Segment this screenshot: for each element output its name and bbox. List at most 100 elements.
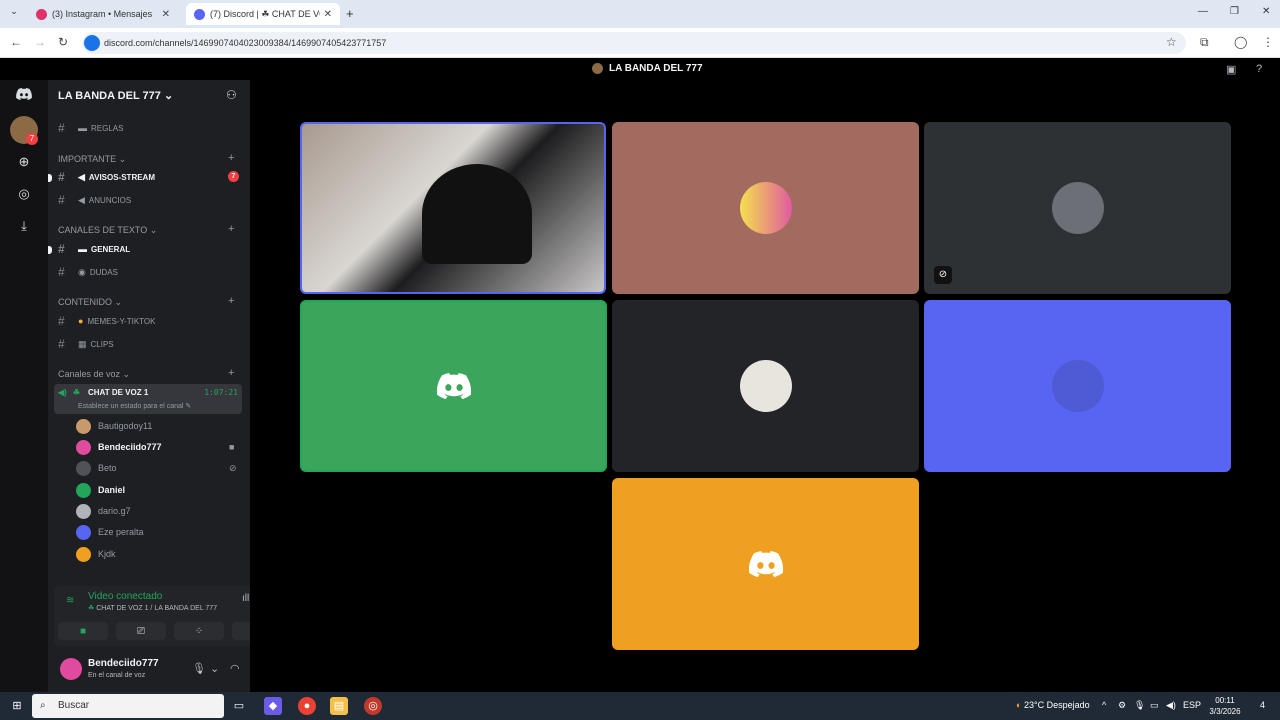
forward-icon[interactable]: →: [34, 35, 46, 49]
extensions-icon[interactable]: ⧉: [1200, 35, 1209, 50]
address-bar[interactable]: discord.com/channels/1469907404023009384…: [82, 32, 1186, 54]
tab-discord[interactable]: (7) Discord | ☘ CHAT DE VOZ ✕: [186, 3, 340, 25]
file-explorer-icon[interactable]: ▤: [330, 697, 348, 715]
tray-volume-icon[interactable]: ◀): [1166, 700, 1176, 711]
channel-avisos-stream[interactable]: # ◀ AVISOS-STREAM 7: [58, 168, 240, 186]
voice-channel-active[interactable]: ◀) ☘ CHAT DE VOZ 1 1:07:21 Establece un es…: [54, 384, 242, 414]
voice-member[interactable]: Eze peralta: [76, 523, 144, 541]
search-placeholder: Buscar: [58, 700, 90, 711]
tray-network-icon[interactable]: ▭: [1150, 700, 1159, 711]
help-icon[interactable]: ?: [1256, 63, 1262, 75]
add-server-icon[interactable]: ⊕: [10, 148, 38, 176]
muted-mic-icon: ⊘: [229, 463, 237, 473]
restore-icon[interactable]: ❐: [1230, 6, 1239, 17]
discord-home-icon[interactable]: [10, 80, 38, 108]
channel-clips[interactable]: # ▦ CLIPS: [58, 335, 114, 353]
bookmark-star-icon[interactable]: ☆: [1166, 35, 1177, 49]
hash-icon: #: [58, 121, 65, 135]
discover-icon[interactable]: ◎: [10, 180, 38, 208]
server-name-button[interactable]: LA BANDA DEL 777 ⌄: [58, 89, 173, 102]
camera-button[interactable]: ■: [58, 622, 108, 640]
tab-label: (7) Discord | ☘ CHAT DE VOZ: [210, 8, 320, 19]
avatar: [76, 439, 91, 455]
video-tile-avatar[interactable]: ⊘: [924, 122, 1231, 294]
book-icon: ▬: [78, 123, 87, 133]
member-name: dario.g7: [98, 506, 131, 516]
tab-search-icon[interactable]: ⌄: [6, 6, 22, 22]
tray-language[interactable]: ESP: [1183, 700, 1201, 710]
menu-icon[interactable]: ⋮: [1262, 35, 1274, 49]
voice-name-text: CHAT DE VOZ 1: [88, 388, 149, 397]
channel-reglas[interactable]: # ▬ REGLAS: [58, 119, 123, 137]
add-channel-icon[interactable]: +: [228, 223, 234, 235]
video-tile-camera[interactable]: [300, 122, 606, 294]
category-contenido[interactable]: CONTENIDO ⌄: [58, 297, 122, 308]
inbox-icon[interactable]: ▣: [1226, 63, 1236, 76]
copilot-icon[interactable]: ◆: [264, 697, 282, 715]
activities-button[interactable]: ⁘: [174, 622, 224, 640]
signal-icon: ≋: [66, 595, 75, 606]
voice-member[interactable]: dario.g7: [76, 502, 131, 520]
voice-member[interactable]: Bautigodoy11: [76, 417, 152, 435]
voice-timer: 1:07:21: [204, 388, 238, 397]
category-importante[interactable]: IMPORTANTE ⌄: [58, 154, 126, 165]
set-status-link[interactable]: Establece un estado para el canal ✎: [78, 402, 191, 410]
back-icon[interactable]: ←: [10, 35, 22, 49]
minimize-icon[interactable]: —: [1198, 6, 1208, 17]
tab-instagram[interactable]: (3) Instagram • Mensajes ✕: [28, 3, 178, 25]
taskbar-clock[interactable]: 00:11 3/3/2026: [1205, 695, 1245, 717]
avatar: [76, 482, 91, 498]
channel-dudas[interactable]: # ◉ DUDAS: [58, 263, 118, 281]
new-tab-icon[interactable]: +: [346, 6, 354, 21]
tray-mic-icon[interactable]: 🎙: [1134, 700, 1145, 711]
avatar[interactable]: [60, 658, 82, 680]
category-label: CONTENIDO: [58, 297, 112, 307]
headphones-icon[interactable]: ◠: [230, 662, 240, 675]
category-canales-texto[interactable]: CANALES DE TEXTO ⌄: [58, 225, 157, 236]
video-tile-avatar[interactable]: [612, 300, 919, 472]
screenshare-button[interactable]: ⎚: [116, 622, 166, 640]
video-tile-default[interactable]: [612, 478, 919, 650]
microphone-icon[interactable]: 🎙: [192, 662, 206, 675]
webcam-feed: [422, 164, 532, 264]
video-tile-default[interactable]: [300, 300, 607, 472]
voice-member[interactable]: Kjdk: [76, 545, 116, 563]
tray-chevron-icon[interactable]: ^: [1102, 700, 1106, 710]
windows-start-icon[interactable]: ⊞: [8, 697, 26, 715]
weather-widget[interactable]: ◐ 23°C Despejado: [1016, 700, 1090, 710]
chrome-icon[interactable]: ●: [298, 697, 316, 715]
avatar: [76, 503, 91, 519]
member-name: Eze peralta: [98, 527, 144, 537]
task-view-icon[interactable]: ▭: [230, 697, 248, 715]
category-canales-voz[interactable]: Canales de voz ⌄: [58, 369, 130, 380]
video-tile-avatar[interactable]: [924, 300, 1231, 472]
channel-label: ANUNCIOS: [88, 195, 132, 205]
window-title: LA BANDA DEL 777: [592, 63, 703, 74]
channel-memes[interactable]: # ● MEMES-Y-TIKTOK: [58, 312, 155, 330]
server-icon: [592, 63, 603, 74]
video-tile-avatar[interactable]: [612, 122, 919, 294]
add-channel-icon[interactable]: +: [228, 295, 234, 307]
tray-app-icon[interactable]: ⚙: [1118, 700, 1126, 711]
app-icon[interactable]: ◎: [364, 697, 382, 715]
close-tab-icon[interactable]: ✕: [324, 9, 332, 20]
site-info-icon[interactable]: [84, 35, 100, 51]
chevron-down-icon[interactable]: ⌄: [210, 662, 219, 675]
taskbar-search[interactable]: ⌕ Buscar: [32, 694, 224, 718]
profile-icon[interactable]: ◯: [1234, 35, 1247, 49]
avatar: [76, 418, 91, 434]
reload-icon[interactable]: ↻: [58, 35, 68, 49]
download-icon[interactable]: ⤓: [10, 212, 38, 240]
voice-sub-text: CHAT DE VOZ 1 / LA BANDA DEL 777: [96, 605, 218, 612]
channel-general[interactable]: # ▬ GENERAL: [58, 240, 130, 258]
voice-member[interactable]: Bendeciido777: [76, 438, 162, 456]
close-window-icon[interactable]: ✕: [1262, 6, 1270, 17]
invite-people-icon[interactable]: ⚇: [226, 88, 237, 102]
notification-badge[interactable]: 4: [1260, 700, 1265, 710]
voice-member[interactable]: Daniel: [76, 481, 125, 499]
voice-member[interactable]: Beto: [76, 459, 117, 477]
add-channel-icon[interactable]: +: [228, 367, 234, 379]
close-tab-icon[interactable]: ✕: [162, 9, 170, 20]
channel-anuncios[interactable]: # ◀ ANUNCIOS: [58, 191, 131, 209]
add-channel-icon[interactable]: +: [228, 152, 234, 164]
